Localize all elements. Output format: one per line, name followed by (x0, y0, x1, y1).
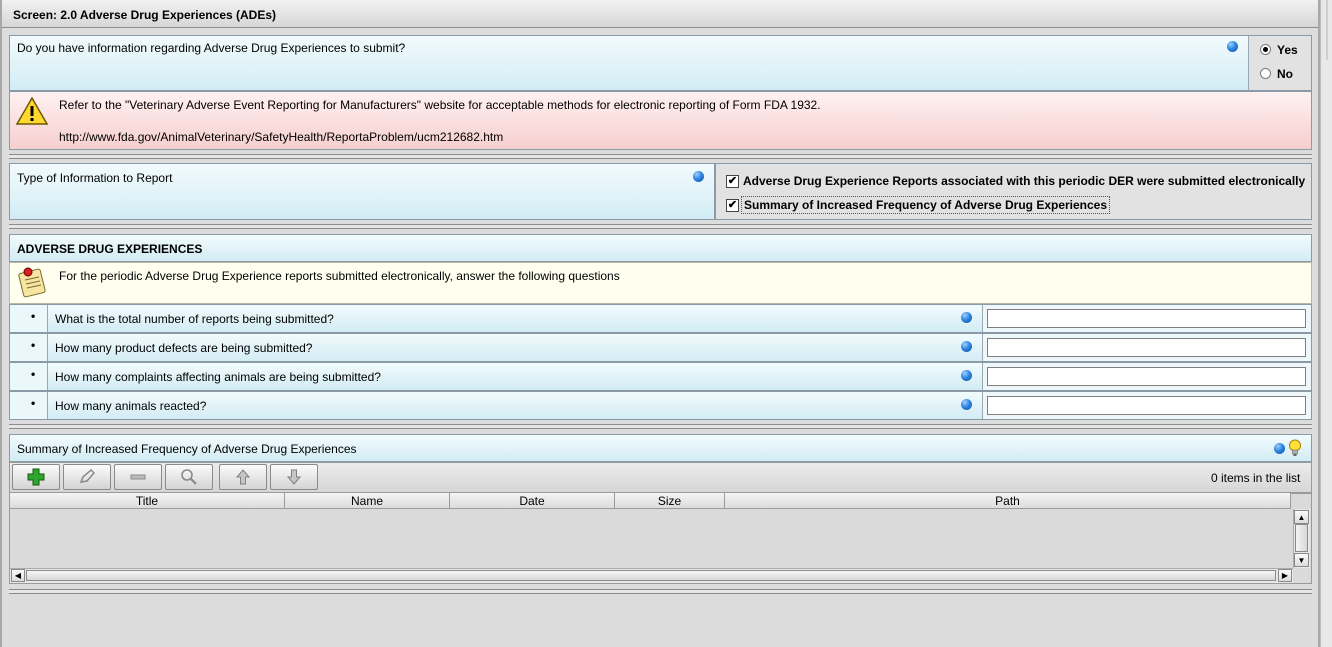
ade-section-title: ADVERSE DRUG EXPERIENCES (17, 242, 203, 256)
required-info-icon (693, 171, 704, 182)
bullet: • (31, 367, 36, 381)
lightbulb-icon[interactable] (1288, 439, 1302, 457)
column-header-date[interactable]: Date (450, 493, 615, 509)
divider (9, 154, 1312, 159)
move-up-icon (235, 469, 251, 485)
divider (9, 589, 1312, 594)
warning-url: http://www.fda.gov/AnimalVeterinary/Safe… (59, 130, 504, 144)
horizontal-scroll-thumb[interactable] (26, 570, 1276, 581)
add-button[interactable] (12, 464, 60, 490)
column-header-name[interactable]: Name (285, 493, 450, 509)
vertical-scroll-thumb[interactable] (1295, 524, 1308, 552)
bullet: • (31, 338, 36, 352)
info-type-label: Type of Information to Report (17, 171, 173, 185)
scroll-up-arrow-icon[interactable]: ▲ (1294, 510, 1309, 524)
remove-icon (130, 474, 146, 480)
scroll-left-arrow-icon[interactable]: ◀ (11, 569, 25, 582)
required-info-icon (961, 312, 972, 323)
complaints-input[interactable] (987, 367, 1306, 386)
question-label: How many complaints affecting animals ar… (55, 370, 381, 384)
move-down-button[interactable] (270, 464, 318, 490)
required-info-icon (1274, 443, 1285, 454)
scroll-down-arrow-icon[interactable]: ▼ (1294, 553, 1309, 567)
bullet-cell (10, 334, 48, 361)
column-header-path[interactable]: Path (725, 493, 1291, 509)
remove-button[interactable] (114, 464, 162, 490)
product-defects-input[interactable] (987, 338, 1306, 357)
screen-title: Screen: 2.0 Adverse Drug Experiences (AD… (2, 0, 1318, 28)
question-label: What is the total number of reports bein… (55, 312, 334, 326)
radio-yes-label[interactable]: Yes (1277, 43, 1298, 57)
divider (9, 224, 1312, 229)
edit-button[interactable] (63, 464, 111, 490)
total-reports-input[interactable] (987, 309, 1306, 328)
items-count: 0 items in the list (1211, 471, 1301, 485)
move-up-button[interactable] (219, 464, 267, 490)
view-button[interactable] (165, 464, 213, 490)
summary-title: Summary of Increased Frequency of Advers… (17, 442, 357, 456)
required-info-icon (1227, 41, 1238, 52)
checkbox-ade-reports[interactable]: ✔ (726, 175, 739, 188)
note-icon (18, 267, 46, 298)
bullet-cell (10, 392, 48, 419)
bullet-cell (10, 363, 48, 390)
ade-note-text: For the periodic Adverse Drug Experience… (59, 269, 620, 283)
view-icon (181, 469, 197, 485)
question-label: How many product defects are being submi… (55, 341, 313, 355)
window-edge (1320, 0, 1332, 647)
divider (9, 424, 1312, 429)
required-info-icon (961, 341, 972, 352)
bullet-cell (10, 305, 48, 332)
edit-icon (79, 468, 96, 483)
bullet: • (31, 396, 36, 410)
checkbox-summary[interactable]: ✔ (726, 199, 739, 212)
warning-text: Refer to the "Veterinary Adverse Event R… (59, 98, 821, 112)
column-header-title[interactable]: Title (10, 493, 285, 509)
warning-icon (15, 96, 49, 125)
radio-no-label[interactable]: No (1277, 67, 1293, 81)
scroll-right-arrow-icon[interactable]: ▶ (1278, 569, 1292, 582)
radio-yes[interactable] (1260, 44, 1271, 55)
add-icon (27, 468, 45, 486)
animals-reacted-input[interactable] (987, 396, 1306, 415)
ade-section-header (9, 234, 1312, 262)
radio-no[interactable] (1260, 68, 1271, 79)
question-label: How many animals reacted? (55, 399, 207, 413)
required-info-icon (961, 399, 972, 410)
checkbox-summary-label[interactable]: Summary of Increased Frequency of Advers… (741, 196, 1111, 214)
column-header-size[interactable]: Size (615, 493, 725, 509)
move-down-icon (286, 469, 302, 485)
ade-question-label: Do you have information regarding Advers… (17, 41, 406, 55)
required-info-icon (961, 370, 972, 381)
checkbox-ade-reports-label[interactable]: Adverse Drug Experience Reports associat… (743, 174, 1305, 188)
bullet: • (31, 309, 36, 323)
